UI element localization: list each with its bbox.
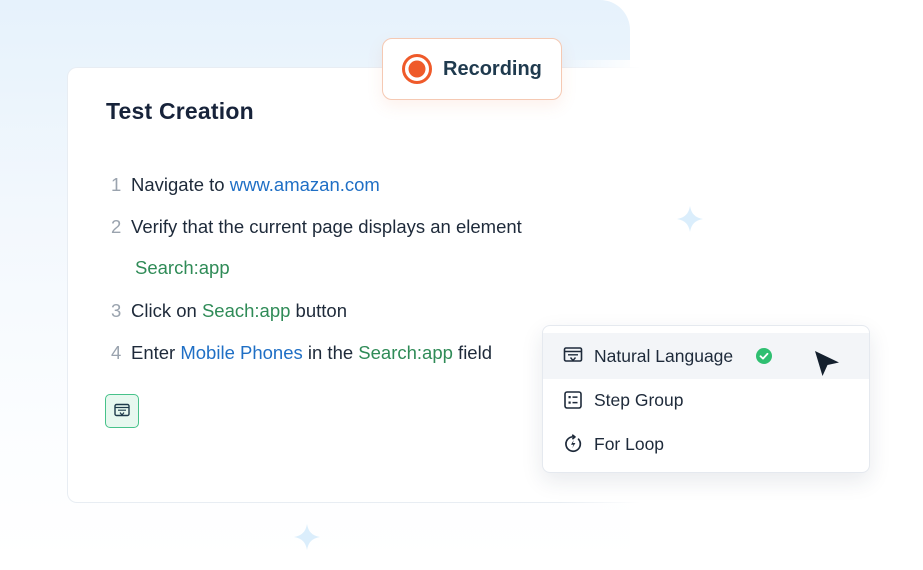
step-row[interactable]: 1 Navigate to www.amazan.com [111, 174, 380, 196]
check-circle-icon [756, 348, 772, 364]
step-element-token[interactable]: Search:app [135, 257, 230, 278]
step-url-link[interactable]: www.amazan.com [230, 174, 380, 195]
step-element-token[interactable]: Search:app [358, 342, 453, 363]
recording-label: Recording [443, 58, 542, 80]
sparkle-icon [294, 524, 320, 550]
natural-language-icon [114, 403, 130, 417]
step-row[interactable]: 2 Verify that the current page displays a… [111, 216, 522, 238]
step-row[interactable]: 4 Enter Mobile Phones in the Search:app f… [111, 342, 492, 364]
step-text: Navigate to [131, 174, 230, 195]
for-loop-icon [565, 434, 582, 453]
step-element-line: Search:app [135, 257, 230, 279]
step-element-token[interactable]: Seach:app [202, 300, 290, 321]
step-row[interactable]: 3 Click on Seach:app button [111, 300, 347, 322]
mouse-pointer-icon [815, 351, 839, 376]
menu-item-for-loop[interactable]: For Loop [543, 421, 869, 467]
step-value-token[interactable]: Mobile Phones [180, 342, 302, 363]
menu-item-step-group[interactable]: Step Group [543, 377, 869, 423]
step-number: 1 [111, 174, 122, 195]
add-step-button[interactable] [105, 394, 139, 428]
menu-item-label: Natural Language [594, 345, 734, 366]
step-type-menu: Natural Language Step Group For Loop [542, 325, 870, 473]
step-number: 2 [111, 216, 122, 237]
step-text: field [452, 342, 492, 363]
step-text: button [290, 300, 347, 321]
page-title: Test Creation [106, 98, 254, 124]
menu-item-label: Step Group [594, 389, 684, 410]
step-text: Click on [131, 300, 202, 321]
menu-item-label: For Loop [594, 433, 665, 454]
step-number: 3 [111, 300, 122, 321]
step-text: in the [302, 342, 359, 363]
sparkle-icon [677, 206, 703, 232]
step-text: Enter [131, 342, 181, 363]
step-number: 4 [111, 342, 122, 363]
recording-badge[interactable]: Recording [382, 38, 562, 100]
record-icon [402, 54, 432, 84]
step-text: Verify that the current page displays an… [131, 216, 522, 237]
stage: Test Creation 1 Navigate to www.amazan.co… [0, 0, 923, 570]
natural-language-icon [563, 347, 583, 362]
step-group-icon [564, 391, 582, 409]
